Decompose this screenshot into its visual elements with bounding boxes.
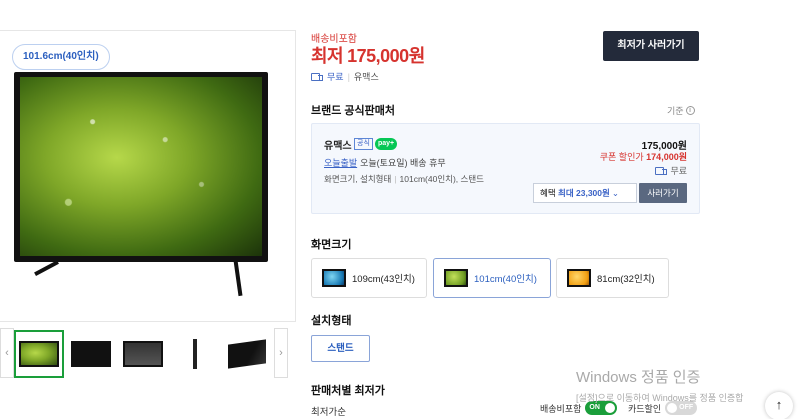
- size-badge: 101.6cm(40인치): [12, 44, 110, 70]
- watermark-title: Windows 정품 인증: [576, 369, 701, 386]
- truck-icon: [311, 72, 323, 81]
- tv-screen: [20, 77, 262, 256]
- shipping-free: 무료: [327, 72, 344, 82]
- seller-shipping: 무료: [655, 164, 687, 177]
- thumbnail-5[interactable]: [222, 330, 272, 378]
- seller-short: 유맥스: [353, 72, 379, 82]
- lowest-by-seller-title: 판매처별 최저가: [311, 385, 385, 397]
- thumbnail-4[interactable]: [170, 330, 220, 378]
- benefit-value: 최대 23,300원: [558, 188, 610, 198]
- size-option-43[interactable]: 109cm(43인치): [311, 258, 427, 298]
- criteria-link[interactable]: 기준 i: [667, 104, 695, 117]
- info-icon: i: [685, 106, 695, 115]
- windows-activation-watermark: Windows 정품 인증 [설정]으로 이동하여 Windows를 정품 인증…: [576, 366, 743, 404]
- sort-lowest-label[interactable]: 최저가순: [311, 404, 346, 418]
- coupon-label: 쿠폰 할인가: [599, 152, 644, 162]
- divider: |: [347, 71, 350, 82]
- coupon-price: 쿠폰 할인가 174,000원: [600, 150, 687, 163]
- option-thumbnail: [444, 269, 468, 287]
- shipping-meta: 무료 | 유맥스: [311, 70, 379, 83]
- option-thumbnail: [567, 269, 591, 287]
- thumbnail-3[interactable]: [118, 330, 168, 378]
- install-type-title: 설치형태: [311, 315, 352, 327]
- official-badge: 공식: [354, 138, 373, 150]
- truck-icon: [655, 166, 668, 175]
- official-seller-title: 브랜드 공식판매처: [311, 105, 396, 117]
- option-label: 101cm(40인치): [474, 274, 537, 285]
- benefit-dropdown[interactable]: 혜택 최대 23,300원 ⌄: [533, 183, 637, 203]
- option-label: 81cm(32인치): [597, 274, 655, 285]
- option-thumbnail: [322, 269, 346, 287]
- main-product-image[interactable]: [14, 72, 268, 297]
- spec-label: 화면크기, 설치형태: [324, 174, 392, 184]
- buy-lowest-button[interactable]: 최저가 사러가기: [603, 31, 699, 61]
- spec-value: 101cm(40인치), 스탠드: [399, 174, 484, 184]
- scroll-top-button[interactable]: ↑: [765, 392, 793, 419]
- coupon-value: 174,000원: [646, 152, 687, 162]
- price-prefix: 최저: [311, 46, 344, 66]
- delivery-info: 오늘출발 오늘(토요일) 배송 휴무: [324, 156, 446, 169]
- delivery-text: 오늘(토요일) 배송 휴무: [360, 158, 446, 168]
- size-option-40[interactable]: 101cm(40인치): [433, 258, 551, 298]
- npay-badge: pay+: [375, 138, 398, 150]
- size-option-32[interactable]: 81cm(32인치): [556, 258, 669, 298]
- chevron-down-icon: ⌄: [611, 188, 619, 198]
- thumbnail-1[interactable]: [14, 330, 64, 378]
- official-seller-card: 유맥스 공식 pay+ 오늘출발 오늘(토요일) 배송 휴무 화면크기, 설치형태…: [311, 123, 700, 214]
- today-shipping-link[interactable]: 오늘출발: [324, 158, 357, 168]
- install-option-stand[interactable]: 스탠드: [311, 335, 370, 362]
- go-buy-button[interactable]: 사러가기: [639, 183, 687, 203]
- spec-info: 화면크기, 설치형태 | 101cm(40인치), 스탠드: [324, 174, 484, 184]
- price-value: 175,000원: [347, 46, 425, 66]
- criteria-label: 기준: [667, 106, 684, 116]
- watermark-subtitle: [설정]으로 이동하여 Windows를 정품 인증합: [576, 393, 744, 403]
- thumbnail-prev-button[interactable]: ‹: [0, 328, 14, 378]
- lowest-price: 최저 175,000원: [311, 42, 425, 68]
- option-label: 109cm(43인치): [352, 274, 415, 285]
- thumbnail-next-button[interactable]: ›: [274, 328, 288, 378]
- seller-name[interactable]: 유맥스: [324, 137, 352, 152]
- thumbnail-2[interactable]: [66, 330, 116, 378]
- screen-size-title: 화면크기: [311, 239, 352, 251]
- seller-shipping-text: 무료: [670, 166, 687, 176]
- benefit-label: 혜택: [540, 188, 556, 198]
